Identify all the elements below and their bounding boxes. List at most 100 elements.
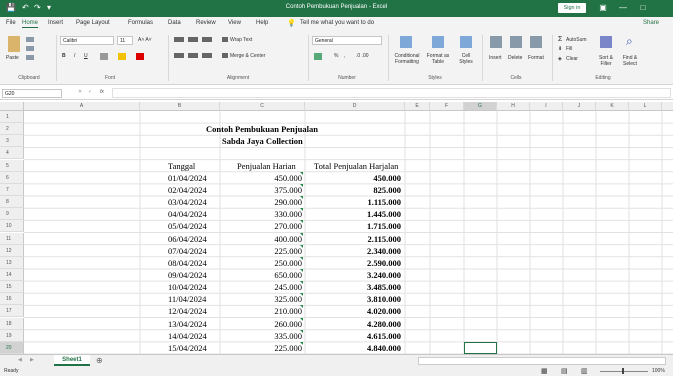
horizontal-scrollbar[interactable] bbox=[418, 357, 666, 365]
column-header-D[interactable]: D bbox=[305, 102, 405, 111]
clear-button[interactable]: Clear bbox=[566, 56, 578, 62]
sheet-subtitle[interactable]: Sabda Jaya Collection bbox=[222, 135, 303, 147]
font-size-select[interactable]: 11 bbox=[117, 36, 133, 45]
cell-daily-sales[interactable]: 335.000 bbox=[274, 330, 302, 342]
cell-styles-icon[interactable] bbox=[460, 36, 472, 48]
header-tanggal[interactable]: Tanggal bbox=[168, 160, 195, 172]
cell-date[interactable]: 10/04/2024 bbox=[168, 281, 207, 293]
format-as-table-icon[interactable] bbox=[432, 36, 444, 48]
cell-daily-sales[interactable]: 260.000 bbox=[274, 318, 302, 330]
normal-view-icon[interactable]: ▦ bbox=[541, 367, 548, 375]
sheet-title[interactable]: Contoh Pembukuan Penjualan bbox=[206, 123, 318, 135]
copy-icon[interactable] bbox=[26, 46, 34, 51]
tell-me-search[interactable]: Tell me what you want to do bbox=[300, 20, 374, 26]
align-top-icon[interactable] bbox=[174, 37, 184, 42]
cell-date[interactable]: 13/04/2024 bbox=[168, 318, 207, 330]
cell-running-total[interactable]: 1.115.000 bbox=[367, 196, 401, 208]
tab-page-layout[interactable]: Page Layout bbox=[76, 20, 110, 26]
sheet-nav-right-icon[interactable]: ▶ bbox=[30, 357, 34, 363]
column-header-C[interactable]: C bbox=[220, 102, 305, 111]
function-icon[interactable]: fx bbox=[100, 89, 104, 95]
cell-date[interactable]: 01/04/2024 bbox=[168, 172, 207, 184]
cell-daily-sales[interactable]: 650.000 bbox=[274, 269, 302, 281]
cell-running-total[interactable]: 3.810.000 bbox=[367, 293, 401, 305]
align-left-icon[interactable] bbox=[174, 53, 184, 58]
sign-in-button[interactable]: Sign in bbox=[558, 3, 586, 13]
autosum-button[interactable]: AutoSum bbox=[566, 37, 587, 43]
formula-input[interactable] bbox=[112, 88, 671, 98]
column-header-F[interactable]: F bbox=[430, 102, 464, 111]
cell-daily-sales[interactable]: 375.000 bbox=[274, 184, 302, 196]
ribbon-display-options-icon[interactable]: ▣ bbox=[596, 2, 610, 14]
merge-center-button[interactable]: Merge & Center bbox=[230, 53, 265, 59]
sheet-tab-sheet1[interactable]: Sheet1 bbox=[54, 355, 90, 366]
insert-cells-icon[interactable] bbox=[490, 36, 502, 48]
cell-daily-sales[interactable]: 325.000 bbox=[274, 293, 302, 305]
tab-home[interactable]: Home bbox=[22, 20, 39, 28]
cell-date[interactable]: 11/04/2024 bbox=[168, 293, 206, 305]
borders-icon[interactable] bbox=[100, 53, 108, 60]
row-header-15[interactable]: 15 bbox=[0, 281, 24, 294]
cell-running-total[interactable]: 825.000 bbox=[373, 184, 401, 196]
cell-running-total[interactable]: 4.020.000 bbox=[367, 305, 401, 317]
format-painter-icon[interactable] bbox=[26, 55, 34, 60]
cell-daily-sales[interactable]: 225.000 bbox=[274, 342, 302, 354]
cell-daily-sales[interactable]: 250.000 bbox=[274, 257, 302, 269]
cell-daily-sales[interactable]: 270.000 bbox=[274, 220, 302, 232]
minimize-icon[interactable]: — bbox=[616, 2, 630, 14]
row-header-9[interactable]: 9 bbox=[0, 208, 24, 221]
align-middle-icon[interactable] bbox=[188, 37, 198, 42]
orientation-icon[interactable] bbox=[202, 37, 212, 42]
cell-date[interactable]: 03/04/2024 bbox=[168, 196, 207, 208]
row-header-2[interactable]: 2 bbox=[0, 123, 24, 136]
font-color-icon[interactable] bbox=[136, 53, 144, 60]
sort-filter-icon[interactable] bbox=[600, 36, 612, 48]
font-name-select[interactable]: Calibri bbox=[60, 36, 114, 45]
column-header-E[interactable]: E bbox=[405, 102, 430, 111]
increase-font-icon[interactable]: A˄ A˅ bbox=[138, 37, 152, 43]
row-header-16[interactable]: 16 bbox=[0, 293, 24, 306]
row-header-20[interactable]: 20 bbox=[0, 341, 24, 354]
indent-icon[interactable] bbox=[202, 53, 212, 58]
cell-running-total[interactable]: 3.485.000 bbox=[367, 281, 401, 293]
cell-daily-sales[interactable]: 245.000 bbox=[274, 281, 302, 293]
row-header-19[interactable]: 19 bbox=[0, 329, 24, 342]
sort-filter-button[interactable]: Sort & Filter bbox=[596, 55, 616, 67]
center-icon[interactable] bbox=[188, 53, 198, 58]
delete-cells-icon[interactable] bbox=[510, 36, 522, 48]
tab-help[interactable]: Help bbox=[256, 20, 268, 26]
new-sheet-button[interactable]: ⊕ bbox=[96, 356, 103, 365]
cell-running-total[interactable]: 2.340.000 bbox=[367, 245, 401, 257]
column-header-B[interactable]: B bbox=[140, 102, 220, 111]
comma-button[interactable]: , bbox=[344, 53, 345, 59]
decimal-icons[interactable]: .0 .00 bbox=[356, 53, 369, 59]
column-header-M[interactable]: M bbox=[662, 102, 673, 111]
row-header-18[interactable]: 18 bbox=[0, 317, 24, 330]
cell-date[interactable]: 06/04/2024 bbox=[168, 233, 207, 245]
zoom-slider-thumb[interactable] bbox=[622, 368, 624, 374]
cell-daily-sales[interactable]: 225.000 bbox=[274, 245, 302, 257]
percent-button[interactable]: % bbox=[334, 53, 338, 59]
cell-running-total[interactable]: 4.615.000 bbox=[367, 330, 401, 342]
cancel-icon[interactable]: ✕ bbox=[78, 89, 82, 95]
conditional-formatting-button[interactable]: Conditional Formatting bbox=[392, 53, 422, 65]
tab-insert[interactable]: Insert bbox=[48, 20, 63, 26]
cell-running-total[interactable]: 4.840.000 bbox=[367, 342, 401, 354]
selected-cell[interactable] bbox=[464, 342, 497, 354]
delete-button[interactable]: Delete bbox=[508, 55, 522, 61]
tab-formulas[interactable]: Formulas bbox=[128, 20, 153, 26]
cell-styles-button[interactable]: Cell Styles bbox=[456, 53, 476, 65]
tab-view[interactable]: View bbox=[228, 20, 241, 26]
tab-file[interactable]: File bbox=[6, 20, 16, 26]
row-header-3[interactable]: 3 bbox=[0, 135, 24, 148]
cell-date[interactable]: 12/04/2024 bbox=[168, 305, 207, 317]
row-header-4[interactable]: 4 bbox=[0, 147, 24, 160]
sheet-nav-left-icon[interactable]: ◀ bbox=[18, 357, 22, 363]
underline-button[interactable]: U bbox=[84, 53, 88, 59]
enter-icon[interactable]: ✓ bbox=[88, 89, 92, 95]
cell-running-total[interactable]: 2.590.000 bbox=[367, 257, 401, 269]
cell-daily-sales[interactable]: 210.000 bbox=[274, 305, 302, 317]
cell-running-total[interactable]: 2.115.000 bbox=[367, 233, 401, 245]
number-format-select[interactable]: General bbox=[312, 36, 382, 45]
cell-date[interactable]: 09/04/2024 bbox=[168, 269, 207, 281]
